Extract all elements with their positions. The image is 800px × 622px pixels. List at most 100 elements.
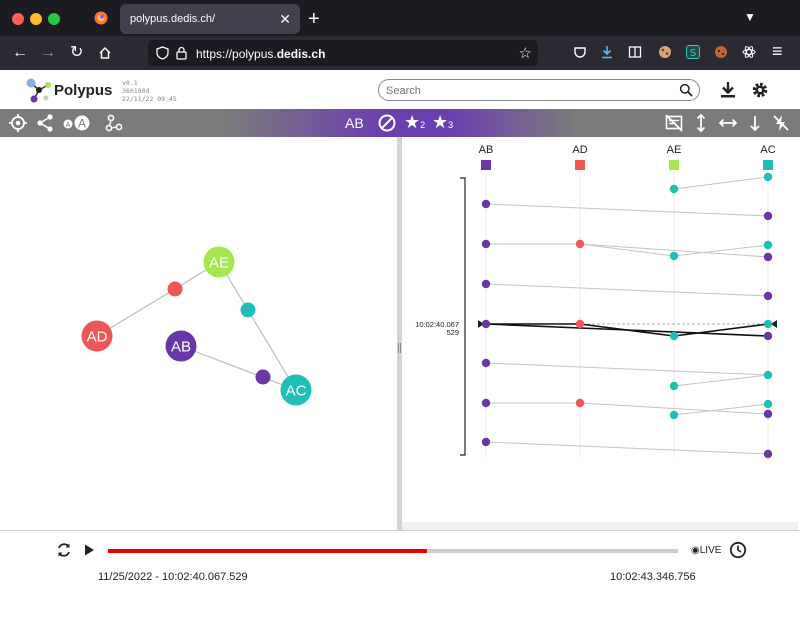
download-icon[interactable] [718,80,738,100]
react-devtools-icon[interactable] [742,45,756,59]
close-window-button[interactable] [12,13,24,25]
column-ac[interactable]: AC [760,144,776,170]
event-dot[interactable] [763,252,773,262]
zoom-window-button[interactable] [48,13,60,25]
tab-polypus[interactable]: polypus.dedis.ch/ ✕ [120,4,300,34]
star-3-subscript: 3 [448,120,454,130]
time-range-bracket[interactable] [460,177,466,456]
live-toggle[interactable]: ◉LIVE [691,545,721,556]
message-dot-teal[interactable] [240,302,256,318]
forward-icon[interactable]: → [40,44,56,62]
star-2-icon: ★ [404,112,421,132]
target-icon[interactable] [8,113,28,133]
event-dot[interactable] [763,449,773,459]
node-ad[interactable]: AD [81,320,113,352]
reader-view-icon[interactable] [628,45,642,59]
vertical-arrows-icon[interactable] [691,113,711,133]
event-dot[interactable] [481,319,491,329]
event-dot[interactable] [481,437,491,447]
event-dot[interactable] [669,331,679,341]
search-input[interactable] [386,83,676,98]
event-dot[interactable] [763,370,773,380]
version: v0.1 [122,79,138,87]
shield-icon[interactable] [156,46,169,60]
event-dot[interactable] [481,398,491,408]
search-icon[interactable] [679,83,693,97]
selected-node-label[interactable]: AB [345,115,364,131]
extension-cookie-icon[interactable] [658,45,672,59]
clock-icon[interactable] [729,541,747,559]
firefox-icon [94,11,108,25]
new-tab-button[interactable]: + [308,8,320,31]
share-icon[interactable] [35,113,55,133]
close-tab-icon[interactable]: ✕ [279,11,291,28]
event-dot[interactable] [763,172,773,182]
column-ab-label: AB [479,144,494,156]
event-dot[interactable] [575,239,585,249]
event-dot[interactable] [763,399,773,409]
label-toggle-icon[interactable]: A A [62,113,92,133]
home-icon[interactable] [98,46,112,60]
column-ab[interactable]: AB [479,144,494,170]
hide-messages-icon[interactable] [664,113,684,133]
event-dot[interactable] [481,239,491,249]
event-dot[interactable] [575,398,585,408]
column-ad[interactable]: AD [572,144,588,170]
message-lines [485,176,769,455]
menu-icon[interactable]: ≡ [772,42,783,60]
sequence-scrollbar[interactable] [402,522,798,530]
event-dot[interactable] [763,211,773,221]
event-dot[interactable] [669,410,679,420]
graph-nodes-icon[interactable] [104,113,124,133]
play-icon[interactable] [82,543,96,557]
event-dot[interactable] [763,319,773,329]
event-dot[interactable] [669,251,679,261]
star-3-button[interactable]: ★3 [432,112,453,133]
node-ac[interactable]: AC [280,374,312,406]
extension-s-icon[interactable]: S [686,45,700,59]
node-ae[interactable]: AE [203,246,235,278]
replay-icon[interactable] [56,542,72,558]
horizontal-arrows-icon[interactable] [718,113,738,133]
event-dot[interactable] [481,279,491,289]
event-dot[interactable] [481,358,491,368]
toolbar: A A AB ★2 ★3 [0,109,800,137]
url-text: https://polypus.dedis.ch [196,47,325,61]
search-box[interactable] [378,79,700,101]
event-dot[interactable] [669,184,679,194]
event-dot[interactable] [763,409,773,419]
event-dot[interactable] [575,319,585,329]
url-bar[interactable]: https://polypus.dedis.ch ☆ [148,40,538,66]
build-info: v0.1 360190d 22/11/22 09:45 [122,79,177,103]
message-dot-purple[interactable] [255,369,271,385]
tab-title: polypus.dedis.ch/ [130,13,215,25]
live-radio-icon: ◉ [691,545,700,556]
column-ae[interactable]: AE [667,144,682,170]
url-prefix: https://polypus. [196,47,277,61]
gear-icon[interactable] [750,80,770,100]
bookmark-star-icon[interactable]: ☆ [519,44,532,62]
event-dot[interactable] [763,291,773,301]
block-icon[interactable] [377,113,397,133]
star-2-button[interactable]: ★2 [404,112,425,133]
message-dot-red[interactable] [167,281,183,297]
extension-cookie2-icon[interactable] [714,45,728,59]
star-3-icon: ★ [432,112,449,132]
event-dot[interactable] [763,331,773,341]
back-icon[interactable]: ← [12,44,28,62]
list-tabs-chevron-icon[interactable]: ▼ [744,10,756,24]
lock-icon[interactable] [176,46,187,60]
event-dot[interactable] [481,199,491,209]
down-arrow-icon[interactable] [745,113,765,133]
minimize-window-button[interactable] [30,13,42,25]
node-ab[interactable]: AB [165,330,197,362]
downloads-icon[interactable] [600,45,614,59]
event-dot[interactable] [669,381,679,391]
app-header: Polypus v0.1 360190d 22/11/22 09:45 [0,70,800,109]
pocket-icon[interactable] [573,45,587,59]
flash-off-icon[interactable] [771,113,791,133]
event-dot[interactable] [763,240,773,250]
sequence-diagram: AB AD AE AC 10:02:40.067 529 [415,144,777,459]
reload-icon[interactable]: ↻ [70,44,83,62]
progress-bar[interactable] [108,549,678,553]
